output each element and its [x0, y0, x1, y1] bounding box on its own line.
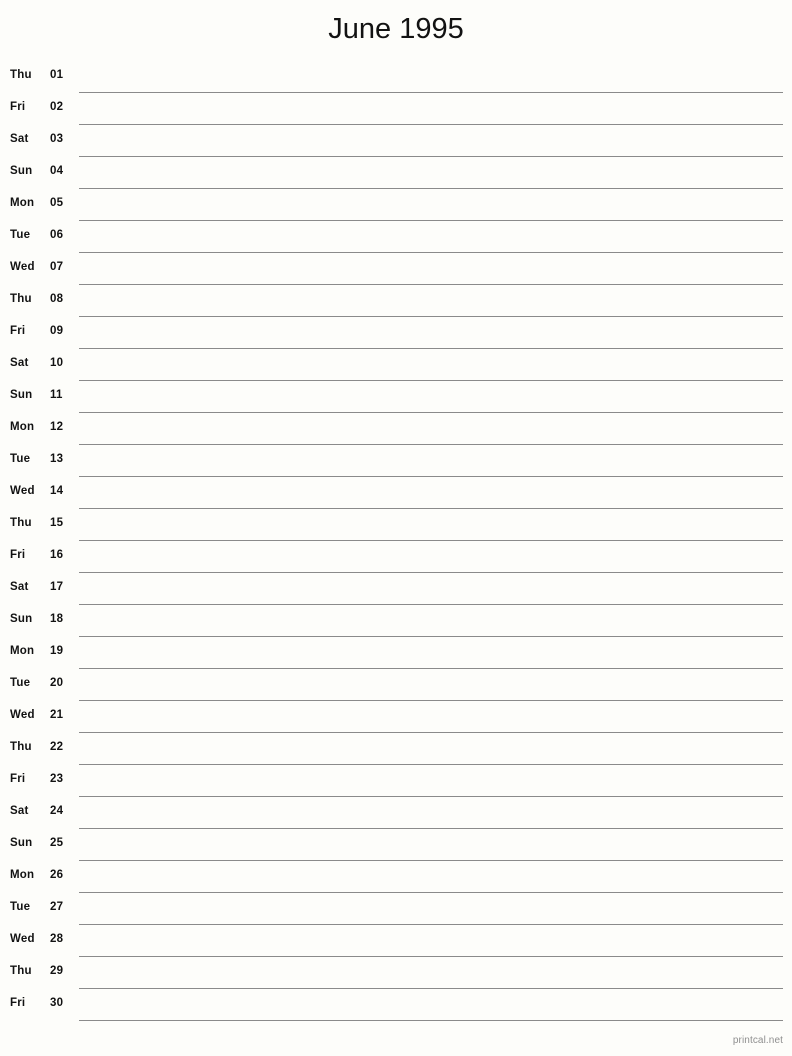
day-number-label: 18 — [50, 613, 64, 625]
day-row[interactable]: Thu 29 — [0, 957, 792, 989]
day-number-label: 09 — [50, 325, 64, 337]
day-row-list: Thu 01 Fri 02 Sat 03 Sun 04 Mon 05 Tue 06 Wed 07 Thu 08… — [0, 61, 792, 1021]
day-row[interactable]: Thu 22 — [0, 733, 792, 765]
day-number-label: 15 — [50, 517, 64, 529]
day-number-label: 07 — [50, 261, 64, 273]
weekday-label: Wed — [10, 261, 35, 273]
day-row[interactable]: Thu 01 — [0, 61, 792, 93]
day-number-label: 03 — [50, 133, 64, 145]
day-row[interactable]: Sun 18 — [0, 605, 792, 637]
day-number-label: 11 — [50, 389, 63, 401]
day-row[interactable]: Wed 14 — [0, 477, 792, 509]
day-row[interactable]: Tue 13 — [0, 445, 792, 477]
weekday-label: Fri — [10, 549, 26, 561]
day-number-label: 01 — [50, 69, 64, 81]
weekday-label: Sat — [10, 133, 29, 145]
day-row[interactable]: Fri 23 — [0, 765, 792, 797]
weekday-label: Mon — [10, 197, 35, 209]
day-number-label: 02 — [50, 101, 64, 113]
watermark-label: printcal.net — [732, 1035, 783, 1046]
weekday-label: Wed — [10, 933, 35, 945]
weekday-label: Sun — [10, 837, 33, 849]
weekday-label: Mon — [10, 645, 35, 657]
day-row[interactable]: Mon 05 — [0, 189, 792, 221]
weekday-label: Sat — [10, 357, 29, 369]
day-number-label: 22 — [50, 741, 64, 753]
weekday-label: Sun — [10, 613, 33, 625]
note-line[interactable] — [79, 1020, 783, 1021]
weekday-label: Thu — [10, 69, 32, 81]
weekday-label: Mon — [10, 421, 35, 433]
day-number-label: 27 — [50, 901, 64, 913]
day-row[interactable]: Sat 03 — [0, 125, 792, 157]
day-number-label: 19 — [50, 645, 64, 657]
page-title: June 1995 — [328, 13, 464, 45]
day-number-label: 06 — [50, 229, 64, 241]
day-number-label: 30 — [50, 997, 64, 1009]
day-row[interactable]: Sun 25 — [0, 829, 792, 861]
day-row[interactable]: Mon 19 — [0, 637, 792, 669]
day-row[interactable]: Mon 26 — [0, 861, 792, 893]
day-number-label: 13 — [50, 453, 64, 465]
day-number-label: 21 — [50, 709, 64, 721]
day-number-label: 12 — [50, 421, 64, 433]
weekday-label: Thu — [10, 293, 32, 305]
day-row[interactable]: Sat 24 — [0, 797, 792, 829]
day-number-label: 14 — [50, 485, 64, 497]
day-number-label: 16 — [50, 549, 64, 561]
day-row[interactable]: Fri 16 — [0, 541, 792, 573]
weekday-label: Sat — [10, 581, 29, 593]
weekday-label: Wed — [10, 485, 35, 497]
day-number-label: 08 — [50, 293, 64, 305]
weekday-label: Thu — [10, 741, 32, 753]
weekday-label: Fri — [10, 101, 26, 113]
day-number-label: 24 — [50, 805, 64, 817]
weekday-label: Fri — [10, 325, 26, 337]
weekday-label: Wed — [10, 709, 35, 721]
day-row[interactable]: Sun 04 — [0, 157, 792, 189]
day-number-label: 10 — [50, 357, 64, 369]
day-row[interactable]: Tue 06 — [0, 221, 792, 253]
day-number-label: 25 — [50, 837, 64, 849]
weekday-label: Fri — [10, 773, 26, 785]
day-row[interactable]: Sun 11 — [0, 381, 792, 413]
day-row[interactable]: Wed 28 — [0, 925, 792, 957]
day-row[interactable]: Sat 17 — [0, 573, 792, 605]
day-row[interactable]: Wed 21 — [0, 701, 792, 733]
weekday-label: Tue — [10, 229, 31, 241]
day-row[interactable]: Tue 20 — [0, 669, 792, 701]
day-row[interactable]: Mon 12 — [0, 413, 792, 445]
day-number-label: 29 — [50, 965, 64, 977]
day-row[interactable]: Thu 08 — [0, 285, 792, 317]
weekday-label: Sat — [10, 805, 29, 817]
day-number-label: 23 — [50, 773, 64, 785]
weekday-label: Sun — [10, 165, 33, 177]
weekday-label: Tue — [10, 453, 31, 465]
weekday-label: Fri — [10, 997, 26, 1009]
weekday-label: Thu — [10, 965, 32, 977]
day-row[interactable]: Fri 09 — [0, 317, 792, 349]
day-number-label: 20 — [50, 677, 64, 689]
day-row[interactable]: Wed 07 — [0, 253, 792, 285]
day-row[interactable]: Tue 27 — [0, 893, 792, 925]
day-number-label: 17 — [50, 581, 64, 593]
calendar-page: June 1995 Thu 01 Fri 02 Sat 03 Sun 04 Mon 05 Tue 06… — [0, 0, 792, 1056]
day-number-label: 05 — [50, 197, 64, 209]
weekday-label: Tue — [10, 677, 31, 689]
weekday-label: Thu — [10, 517, 32, 529]
day-number-label: 26 — [50, 869, 64, 881]
day-row[interactable]: Fri 02 — [0, 93, 792, 125]
day-row[interactable]: Thu 15 — [0, 509, 792, 541]
weekday-label: Mon — [10, 869, 35, 881]
weekday-label: Sun — [10, 389, 33, 401]
day-number-label: 28 — [50, 933, 64, 945]
day-row[interactable]: Fri 30 — [0, 989, 792, 1021]
weekday-label: Tue — [10, 901, 31, 913]
day-number-label: 04 — [50, 165, 64, 177]
day-row[interactable]: Sat 10 — [0, 349, 792, 381]
